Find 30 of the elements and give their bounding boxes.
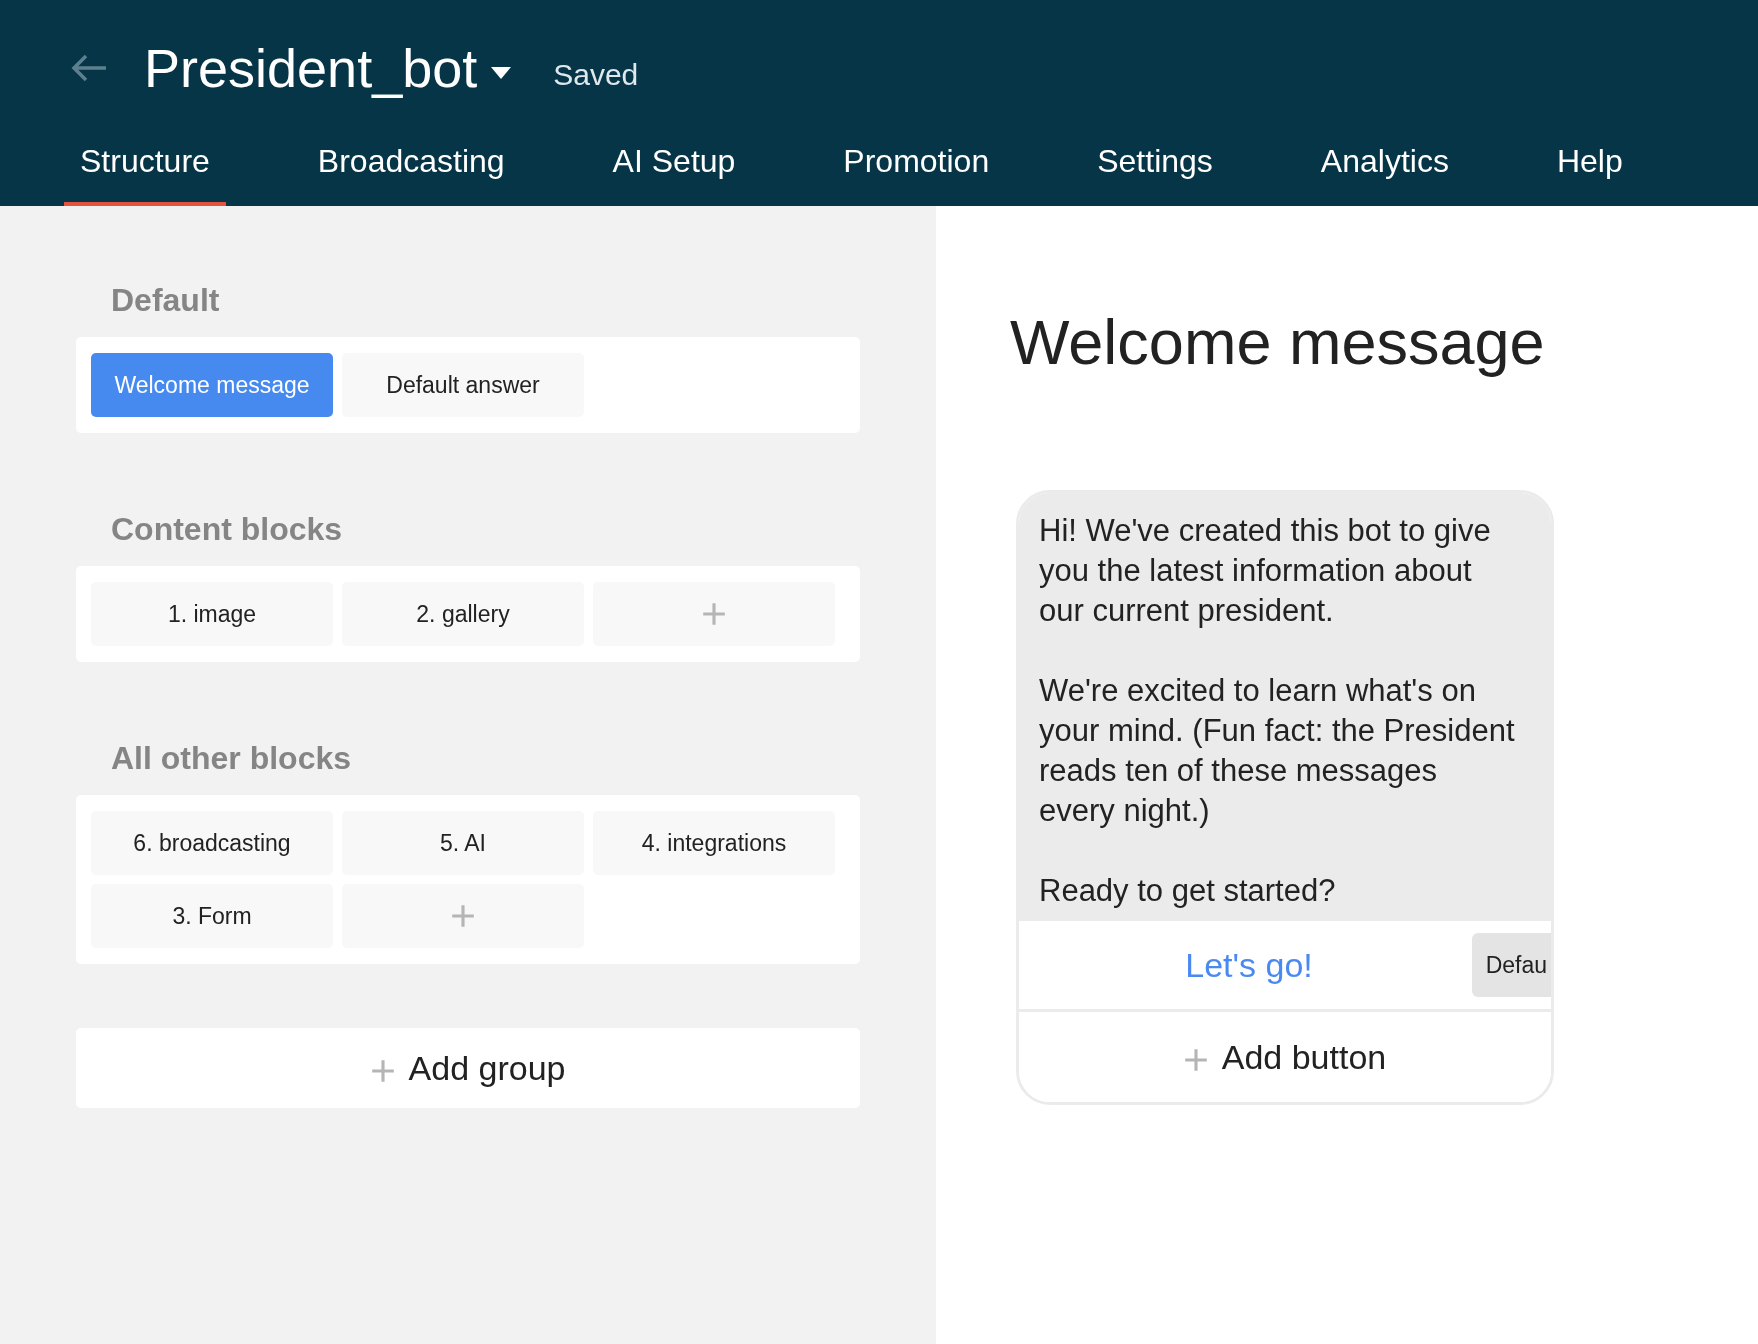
- nav-tab[interactable]: Settings: [1081, 143, 1229, 206]
- message-text: Ready to get started?: [1039, 872, 1337, 910]
- plus-icon: [702, 602, 726, 626]
- block-chip[interactable]: Default answer: [342, 353, 584, 417]
- block-title: Welcome message: [1010, 306, 1546, 378]
- add-group-button[interactable]: Add group: [76, 1028, 860, 1108]
- plus-icon: [370, 1059, 395, 1083]
- block-chip[interactable]: 2. gallery: [342, 582, 584, 646]
- back-arrow-icon[interactable]: [70, 53, 108, 83]
- message-text: We're excited to learn what's on your mind. (Fun fact: the President reads ten of these messages every night.): [1039, 672, 1516, 830]
- plus-icon: [451, 904, 475, 928]
- block-chip[interactable]: 5. AI: [342, 811, 584, 875]
- block-chip[interactable]: 6. broadcasting: [91, 811, 333, 875]
- nav-tab[interactable]: Analytics: [1304, 143, 1465, 206]
- target-block-tag[interactable]: Defau: [1471, 933, 1551, 997]
- message-text: Hi! We've created this bot to give you the latest information about our current president.: [1039, 512, 1492, 630]
- save-status: Saved: [553, 58, 639, 92]
- block-chip[interactable]: 1. image: [91, 582, 333, 646]
- nav-tab[interactable]: Promotion: [827, 143, 1006, 206]
- caret-icon[interactable]: [491, 67, 512, 79]
- block-chip[interactable]: 3. Form: [91, 884, 333, 948]
- block-chip[interactable]: 4. integrations: [593, 811, 835, 875]
- group-title: Default: [111, 282, 221, 319]
- plus-icon: [1183, 1048, 1208, 1072]
- nav-tab[interactable]: Broadcasting: [301, 143, 521, 206]
- group-title: Content blocks: [111, 511, 344, 548]
- nav-tab[interactable]: Help: [1540, 143, 1639, 206]
- group-title: All other blocks: [111, 740, 353, 777]
- bot-name-dropdown[interactable]: President_bot: [144, 37, 512, 99]
- nav-tab[interactable]: AI Setup: [596, 143, 752, 206]
